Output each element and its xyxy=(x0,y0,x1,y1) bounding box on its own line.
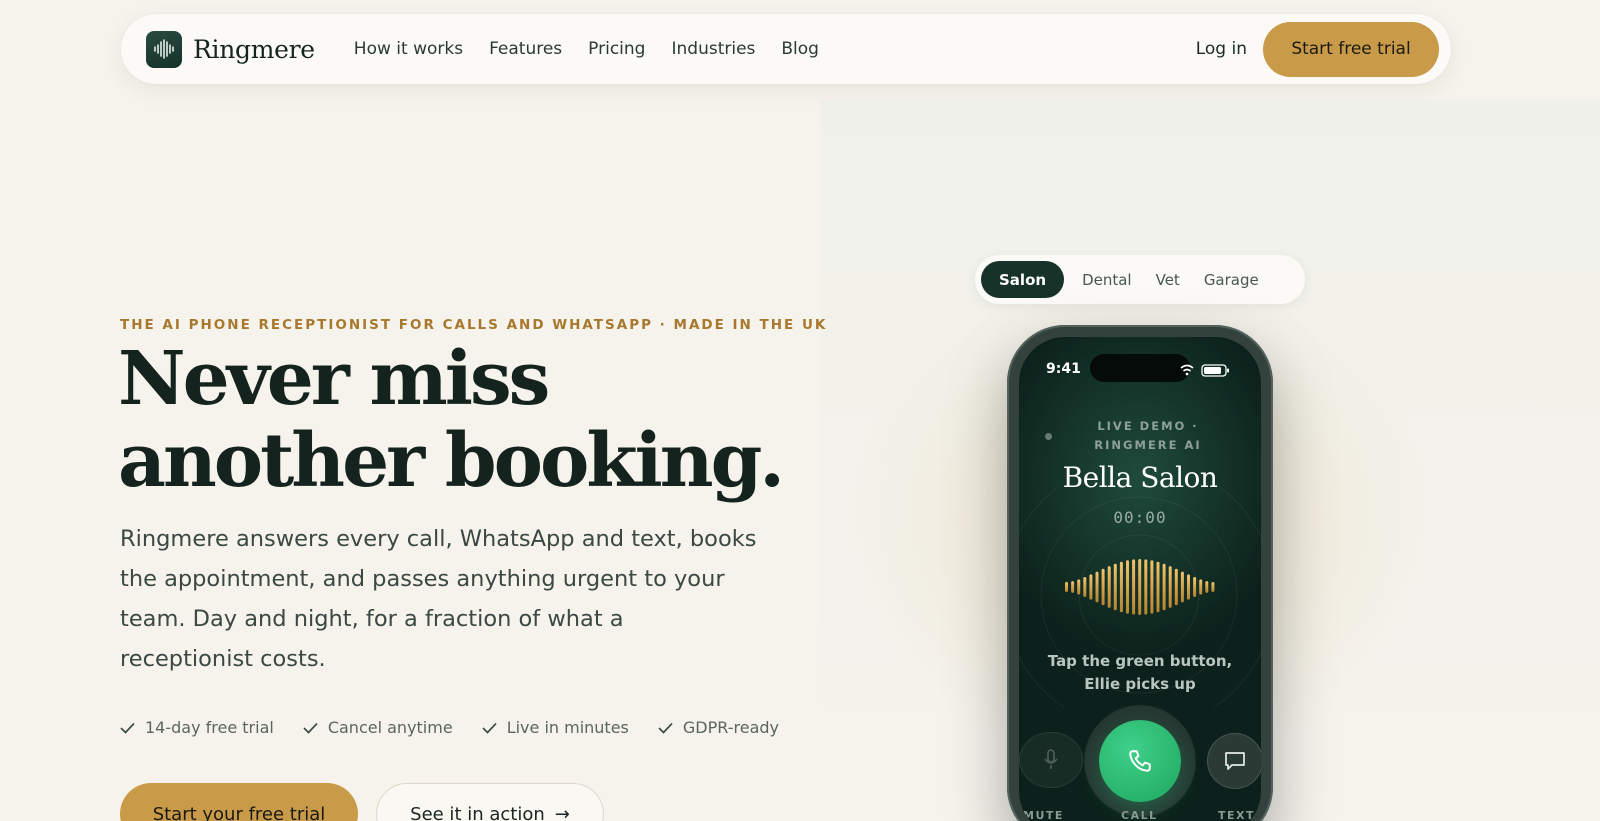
top-navigation: Ringmere How it works Features Pricing I… xyxy=(121,14,1451,84)
live-demo-label: LIVE DEMO · RINGMERE AI xyxy=(1094,419,1202,452)
hero-eyebrow: THE AI PHONE RECEPTIONIST FOR CALLS AND … xyxy=(120,317,828,333)
waveform-bar xyxy=(1107,566,1111,608)
call-button[interactable] xyxy=(1099,720,1181,802)
hero-description: Ringmere answers every call, WhatsApp an… xyxy=(120,526,757,672)
phone-icon xyxy=(1129,750,1151,772)
audio-waveform xyxy=(1065,559,1215,615)
waveform-bar xyxy=(1101,568,1105,606)
check-icon xyxy=(303,722,318,734)
start-free-trial-button[interactable]: Start your free trial xyxy=(120,783,358,821)
check-label: GDPR-ready xyxy=(682,718,779,737)
waveform-bar xyxy=(1089,574,1093,600)
tab-vet[interactable]: Vet xyxy=(1156,271,1180,289)
waveform-bar xyxy=(1187,574,1190,600)
tab-garage[interactable]: Garage xyxy=(1204,271,1259,289)
waveform-bar xyxy=(1126,560,1129,614)
nav-actions: Log in Start free trial xyxy=(1196,21,1451,77)
check-item: Cancel anytime xyxy=(303,718,453,737)
arrow-right-icon: → xyxy=(554,803,570,821)
microphone-icon xyxy=(1044,749,1058,769)
battery-icon xyxy=(1201,364,1229,377)
message-icon xyxy=(1225,752,1245,770)
hero-headline: Never miss another booking. xyxy=(118,338,818,502)
waveform-bar xyxy=(1138,559,1142,615)
text-label: TEXT xyxy=(1218,809,1256,821)
phone-mockup: 9:41 LIVE DEMO · RINGMERE AI Bella Salon… xyxy=(1007,325,1273,821)
waveform-bar xyxy=(1077,579,1081,595)
nav-link-features[interactable]: Features xyxy=(489,39,562,59)
status-time: 9:41 xyxy=(1046,361,1081,377)
check-item: GDPR-ready xyxy=(658,718,779,737)
check-label: 14-day free trial xyxy=(145,718,274,737)
waveform-bar xyxy=(1071,581,1075,593)
dynamic-island xyxy=(1090,354,1190,382)
headline-line-2: another booking. xyxy=(118,418,785,504)
nav-link-industries[interactable]: Industries xyxy=(671,39,755,59)
call-hint: Tap the green button, Ellie picks up xyxy=(1047,652,1233,693)
phone-screen: 9:41 LIVE DEMO · RINGMERE AI Bella Salon… xyxy=(1019,337,1261,821)
check-item: 14-day free trial xyxy=(120,718,274,737)
waveform-bar xyxy=(1113,563,1117,611)
text-button[interactable] xyxy=(1207,733,1261,789)
waveform-bar xyxy=(1193,577,1197,597)
check-label: Live in minutes xyxy=(506,718,629,737)
tab-salon[interactable]: Salon xyxy=(981,261,1065,298)
nav-link-how-it-works[interactable]: How it works xyxy=(354,39,463,59)
mute-label: MUTE xyxy=(1023,809,1064,821)
waveform-bar xyxy=(1180,571,1184,603)
headline-line-1: Never miss xyxy=(118,336,550,422)
nav-link-pricing[interactable]: Pricing xyxy=(588,39,645,59)
waveform-bar xyxy=(1199,579,1203,595)
industry-tabs: Salon Dental Vet Garage xyxy=(975,255,1305,304)
waveform-bar xyxy=(1162,563,1166,611)
check-item: Live in minutes xyxy=(482,718,629,737)
waveform-bar xyxy=(1156,561,1160,613)
waveform-bar xyxy=(1150,560,1154,614)
nav-links: How it works Features Pricing Industries… xyxy=(354,39,845,59)
check-icon xyxy=(658,722,673,734)
check-icon xyxy=(120,722,135,734)
waveform-bar xyxy=(1144,559,1148,615)
login-link[interactable]: Log in xyxy=(1196,39,1247,59)
tab-dental[interactable]: Dental xyxy=(1082,271,1132,289)
see-it-in-action-label: See it in action xyxy=(410,803,545,821)
status-icons xyxy=(1180,364,1229,377)
waveform-bar xyxy=(1205,581,1209,593)
brand-logo[interactable]: Ringmere xyxy=(146,30,315,68)
mute-button[interactable] xyxy=(1019,732,1083,788)
waveform-bar xyxy=(1174,568,1178,606)
logo-waveform-icon xyxy=(146,30,182,68)
waveform-bar xyxy=(1095,571,1099,603)
waveform-bar xyxy=(1211,582,1215,592)
start-trial-button[interactable]: Start free trial xyxy=(1263,21,1439,77)
waveform-bar xyxy=(1119,561,1123,613)
waveform-bar xyxy=(1168,566,1172,608)
brand-name: Ringmere xyxy=(193,34,315,64)
call-label: CALL xyxy=(1121,809,1158,821)
wifi-icon xyxy=(1180,364,1194,372)
check-label: Cancel anytime xyxy=(327,718,453,737)
see-it-in-action-button[interactable]: See it in action → xyxy=(376,783,604,821)
waveform-bar xyxy=(1065,582,1068,592)
waveform-bar xyxy=(1132,559,1136,615)
live-indicator-dot xyxy=(1045,433,1052,440)
feature-checks: 14-day free trial Cancel anytime Live in… xyxy=(120,718,808,737)
waveform-bar xyxy=(1083,577,1087,597)
nav-link-blog[interactable]: Blog xyxy=(781,39,819,59)
check-icon xyxy=(482,722,497,734)
